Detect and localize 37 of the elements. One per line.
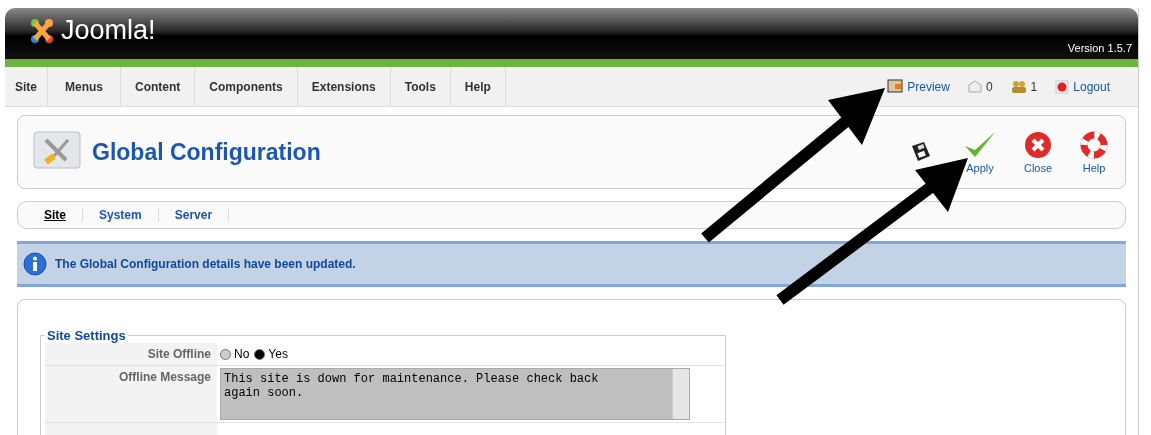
tab[interactable]: Server xyxy=(158,208,230,222)
tab[interactable]: Site xyxy=(34,208,83,222)
radio-button[interactable] xyxy=(254,348,266,360)
menu-item[interactable]: Components xyxy=(195,67,298,106)
preview-link[interactable]: Preview xyxy=(907,79,950,94)
info-icon xyxy=(23,252,47,276)
menu-item[interactable]: Help xyxy=(450,67,506,106)
menu-item[interactable]: Content xyxy=(121,67,196,106)
message-text: The Global Configuration details have been updated. xyxy=(55,257,356,271)
menu-item[interactable]: Tools xyxy=(390,67,451,106)
fieldset-legend: Site Settings xyxy=(45,328,128,343)
user-count: 1 xyxy=(1030,79,1038,94)
radio-button[interactable] xyxy=(220,348,231,360)
close-icon xyxy=(1023,130,1053,160)
message-textarea[interactable]: This site is down for maintenance. Please check back again soon. xyxy=(220,368,690,420)
tab[interactable]: System xyxy=(83,208,159,222)
logout-icon xyxy=(1055,79,1070,94)
radio-label: Yes xyxy=(268,347,288,361)
save-button[interactable] xyxy=(909,140,933,164)
message-count: 0 xyxy=(985,79,993,94)
version-text: Version 1.5.7 xyxy=(1067,42,1132,56)
menu-item[interactable]: Menus xyxy=(48,67,122,106)
logo-text: Joomla! xyxy=(61,15,156,46)
logout-link[interactable]: Logout xyxy=(1073,79,1110,94)
help-button[interactable]: Help xyxy=(1073,130,1115,174)
menu-item[interactable]: Extensions xyxy=(297,67,391,106)
monitor-icon xyxy=(887,79,904,94)
apply-button[interactable]: Apply xyxy=(957,130,1003,174)
field-label: Offline Message xyxy=(45,366,217,422)
lifebuoy-icon xyxy=(1079,130,1109,160)
users-icon xyxy=(1010,80,1027,93)
field-label: Site Offline xyxy=(45,343,217,365)
radio-label: No xyxy=(234,347,250,361)
scrollbar[interactable] xyxy=(672,369,689,419)
page-title: Global Configuration xyxy=(92,138,321,166)
close-button[interactable]: Close xyxy=(1017,130,1059,174)
menu-item[interactable]: Site xyxy=(5,67,48,106)
